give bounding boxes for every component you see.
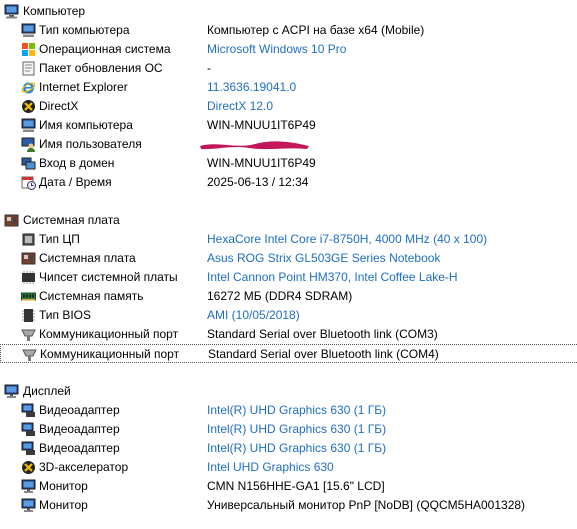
- 3d-accelerator-icon: [21, 460, 36, 475]
- video-adapter-icon: [21, 441, 36, 456]
- item-label: Видеоадаптер: [39, 441, 120, 455]
- item-value: 16272 МБ (DDR4 SDRAM): [207, 289, 353, 303]
- list-item[interactable]: Монитор CMN N156HHE-GA1 [15.6" LCD]: [0, 477, 577, 496]
- domain-login-icon: [21, 156, 36, 171]
- list-item[interactable]: Чипсет системной платы Intel Cannon Poin…: [0, 268, 577, 287]
- item-label: Монитор: [39, 498, 88, 512]
- item-label: Операционная система: [39, 42, 171, 56]
- item-value: 2025-06-13 / 12:34: [207, 175, 309, 189]
- section-title: Дисплей: [23, 384, 71, 398]
- item-label: Тип BIOS: [39, 308, 92, 322]
- computer-icon: [21, 23, 36, 38]
- item-value-link[interactable]: 11.3636.19041.0: [207, 80, 296, 95]
- item-label: 3D-акселератор: [39, 460, 129, 474]
- user-icon: [21, 137, 36, 152]
- item-label: Коммуникационный порт: [39, 327, 179, 341]
- item-value: WIN-MNUU1IT6P49: [207, 118, 316, 132]
- list-item[interactable]: Тип ЦП HexaCore Intel Core i7-8750H, 400…: [0, 230, 577, 249]
- list-item[interactable]: Видеоадаптер Intel(R) UHD Graphics 630 (…: [0, 401, 577, 420]
- item-value-link[interactable]: AMI (10/05/2018): [207, 308, 300, 323]
- item-label: Коммуникационный порт: [40, 347, 180, 361]
- section-motherboard[interactable]: Системная плата: [0, 211, 577, 230]
- calendar-clock-icon: [21, 175, 36, 190]
- list-item[interactable]: Системная память 16272 МБ (DDR4 SDRAM): [0, 287, 577, 306]
- item-value: WIN-MNUU1IT6P49: [207, 156, 316, 170]
- bios-chip-icon: [21, 308, 36, 323]
- monitor-icon: [21, 479, 36, 494]
- item-value: -: [207, 61, 211, 75]
- update-pack-icon: [21, 61, 36, 76]
- item-label: Монитор: [39, 479, 88, 493]
- item-value: CMN N156HHE-GA1 [15.6" LCD]: [207, 479, 385, 493]
- list-item[interactable]: Монитор Универсальный монитор PnP [NoDB]…: [0, 496, 577, 515]
- item-label: Тип компьютера: [39, 23, 130, 37]
- item-value-link[interactable]: Intel Cannon Point HM370, Intel Coffee L…: [207, 270, 458, 285]
- list-item[interactable]: Вход в домен WIN-MNUU1IT6P49: [0, 154, 577, 173]
- list-item-selected[interactable]: Коммуникационный порт Standard Serial ov…: [0, 344, 577, 363]
- item-label: Видеоадаптер: [39, 403, 120, 417]
- item-value: Компьютер с ACPI на базе x64 (Mobile): [207, 23, 425, 37]
- list-item[interactable]: Коммуникационный порт Standard Serial ov…: [0, 325, 577, 344]
- item-label: Internet Explorer: [39, 80, 128, 94]
- item-value-link[interactable]: Microsoft Windows 10 Pro: [207, 42, 346, 57]
- item-label: Чипсет системной платы: [39, 270, 178, 284]
- chipset-icon: [21, 270, 36, 285]
- motherboard-icon: [4, 213, 19, 228]
- section-title: Компьютер: [23, 4, 86, 18]
- list-item[interactable]: Имя пользователя: [0, 135, 577, 154]
- item-label: Видеоадаптер: [39, 422, 120, 436]
- computer-icon: [21, 118, 36, 133]
- item-value-link[interactable]: Intel UHD Graphics 630: [207, 460, 334, 475]
- item-value: Standard Serial over Bluetooth link (COM…: [208, 347, 439, 361]
- item-label: Пакет обновления ОС: [39, 61, 163, 75]
- memory-icon: [21, 289, 36, 304]
- list-item[interactable]: Видеоадаптер Intel(R) UHD Graphics 630 (…: [0, 420, 577, 439]
- list-item[interactable]: Системная плата Asus ROG Strix GL503GE S…: [0, 249, 577, 268]
- list-item[interactable]: 3D-акселератор Intel UHD Graphics 630: [0, 458, 577, 477]
- motherboard-icon: [21, 251, 36, 266]
- cpu-icon: [21, 232, 36, 247]
- item-label: Имя компьютера: [39, 118, 133, 132]
- item-value: Универсальный монитор PnP [NoDB] (QQCM5H…: [207, 498, 526, 512]
- serial-port-icon: [21, 327, 36, 342]
- item-value-link[interactable]: Intel(R) UHD Graphics 630 (1 ГБ): [207, 403, 386, 418]
- directx-icon: [21, 99, 36, 114]
- video-adapter-icon: [21, 422, 36, 437]
- list-item[interactable]: Дата / Время 2025-06-13 / 12:34: [0, 173, 577, 192]
- computer-icon: [4, 4, 19, 19]
- item-label: Вход в домен: [39, 156, 115, 170]
- item-label: Системная память: [39, 289, 144, 303]
- item-value-link[interactable]: HexaCore Intel Core i7-8750H, 4000 MHz (…: [207, 232, 487, 247]
- monitor-icon: [4, 384, 19, 399]
- item-value-link[interactable]: Asus ROG Strix GL503GE Series Notebook: [207, 251, 440, 266]
- item-label: Дата / Время: [39, 175, 112, 189]
- item-label: Системная плата: [39, 251, 136, 265]
- list-item[interactable]: Тип BIOS AMI (10/05/2018): [0, 306, 577, 325]
- list-item[interactable]: Пакет обновления ОС -: [0, 59, 577, 78]
- list-item[interactable]: DirectX DirectX 12.0: [0, 97, 577, 116]
- monitor-icon: [21, 498, 36, 513]
- list-item[interactable]: Операционная система Microsoft Windows 1…: [0, 40, 577, 59]
- windows-logo-icon: [21, 42, 36, 57]
- item-label: DirectX: [39, 99, 79, 113]
- section-title: Системная плата: [23, 213, 120, 227]
- item-label: Тип ЦП: [39, 232, 80, 246]
- list-item[interactable]: Internet Explorer 11.3636.19041.0: [0, 78, 577, 97]
- section-display[interactable]: Дисплей: [0, 382, 577, 401]
- item-value-link[interactable]: Intel(R) UHD Graphics 630 (1 ГБ): [207, 441, 386, 456]
- redaction-mark: [197, 138, 312, 152]
- list-item[interactable]: Тип компьютера Компьютер с ACPI на базе …: [0, 21, 577, 40]
- internet-explorer-icon: [21, 80, 36, 95]
- item-value-link[interactable]: DirectX 12.0: [207, 99, 273, 114]
- serial-port-icon: [22, 347, 37, 362]
- list-item[interactable]: Видеоадаптер Intel(R) UHD Graphics 630 (…: [0, 439, 577, 458]
- item-value: Standard Serial over Bluetooth link (COM…: [207, 327, 438, 341]
- section-computer[interactable]: Компьютер: [0, 2, 577, 21]
- item-label: Имя пользователя: [39, 137, 142, 151]
- item-value-link[interactable]: Intel(R) UHD Graphics 630 (1 ГБ): [207, 422, 386, 437]
- video-adapter-icon: [21, 403, 36, 418]
- list-item[interactable]: Имя компьютера WIN-MNUU1IT6P49: [0, 116, 577, 135]
